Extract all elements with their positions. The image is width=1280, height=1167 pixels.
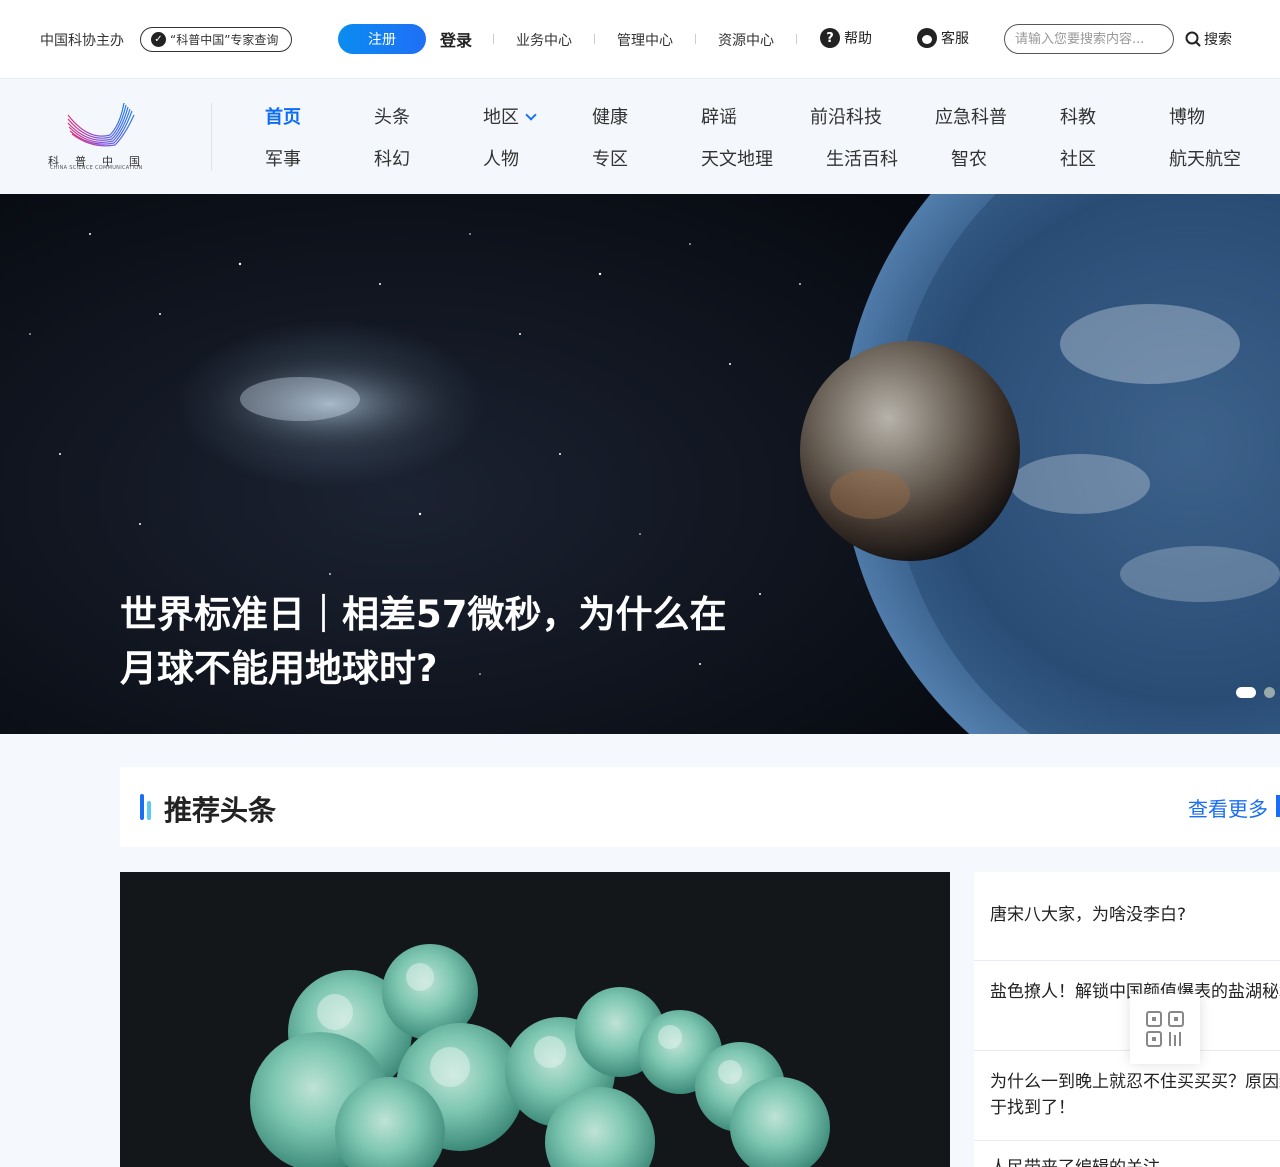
help-link[interactable]: ? 帮助 [820,28,872,48]
qr-code-button[interactable] [1130,994,1200,1064]
section-header: 推荐头条 查看更多 [120,767,1280,847]
view-more-link[interactable]: 查看更多 [1188,793,1268,822]
nav-life[interactable]: 生活百科 [826,145,898,171]
divider [695,34,696,44]
search-icon [1185,31,1201,47]
chevron-down-icon [525,109,537,121]
section-accent [140,794,144,820]
list-item[interactable]: 为什么一到晚上就忍不住买买买？原因终于找到了！ [974,1051,1280,1141]
customer-service-link[interactable]: 客服 [917,28,969,48]
nav-scifi[interactable]: 科幻 [374,145,410,171]
qr-code-icon [1146,1011,1184,1047]
nav-aerospace[interactable]: 航天航空 [1169,145,1241,171]
service-avatar-icon [917,28,937,48]
register-button[interactable]: 注册 [338,24,426,54]
section-title: 推荐头条 [164,794,277,827]
service-label: 客服 [941,31,969,47]
nav-rumor[interactable]: 辟谣 [701,103,737,129]
nav-emergency[interactable]: 应急科普 [935,103,1007,129]
nav-smart-farming[interactable]: 智农 [951,145,987,171]
nav-special[interactable]: 专区 [592,145,628,171]
nav-education[interactable]: 科教 [1060,103,1096,129]
divider [493,34,494,44]
login-link[interactable]: 登录 [440,27,472,51]
list-item[interactable]: 人民带来了编辑的关注 [974,1141,1280,1167]
expert-query-button[interactable]: ✓ “科普中国”专家查询 [140,27,292,52]
help-label: 帮助 [844,31,872,47]
expert-query-label: “科普中国”专家查询 [170,33,279,47]
search-button[interactable]: 搜索 [1185,29,1232,49]
nav-region-label: 地区 [483,107,519,128]
site-logo[interactable]: 科普中国 CHINA SCIENCE COMMUNICATION [48,101,160,173]
nav-museum[interactable]: 博物 [1169,103,1205,129]
headline-list: 唐宋八大家，为啥没李白? 盐色撩人！解锁中国颜值爆表的盐湖秘境 为什么一到晚上就… [974,872,1280,1167]
divider [594,34,595,44]
logo-subtitle: CHINA SCIENCE COMMUNICATION [50,165,143,171]
nav-health[interactable]: 健康 [592,103,628,129]
top-bar: 中国科协主办 ✓ “科普中国”专家查询 注册 登录 业务中心 管理中心 资源中心… [0,0,1280,78]
hero-banner[interactable]: 世界标准日｜相差57微秒，为什么在月球不能用地球时? [0,194,1280,734]
nav-home[interactable]: 首页 [265,103,301,129]
main-nav: 科普中国 CHINA SCIENCE COMMUNICATION 首页 头条 地… [0,78,1280,194]
nav-region[interactable]: 地区 [483,103,537,129]
nav-community[interactable]: 社区 [1060,145,1096,171]
search-button-label: 搜索 [1204,32,1232,48]
nav-astronomy-geo[interactable]: 天文地理 [701,145,773,171]
carousel-dot[interactable] [1264,687,1275,698]
nav-people[interactable]: 人物 [483,145,519,171]
nav-headlines[interactable]: 头条 [374,103,410,129]
search-input[interactable] [1004,24,1174,54]
featured-image[interactable] [120,872,950,1167]
hero-title[interactable]: 世界标准日｜相差57微秒，为什么在月球不能用地球时? [120,588,760,696]
divider [211,103,212,171]
view-more-accent [1276,795,1280,817]
check-icon: ✓ [151,32,166,47]
list-item[interactable]: 唐宋八大家，为啥没李白? [974,872,1280,961]
question-icon: ? [820,28,840,48]
headline-text: 为什么一到晚上就忍不住买买买？原因终于找到了！ [990,1072,1280,1118]
mineral-image [250,944,830,1167]
nav-frontier-tech[interactable]: 前沿科技 [810,103,882,129]
list-item[interactable]: 盐色撩人！解锁中国颜值爆表的盐湖秘境 [974,961,1280,1051]
headline-text: 人民带来了编辑的关注 [990,1155,1280,1167]
carousel-dot-active[interactable] [1236,687,1256,698]
section-accent [147,801,151,820]
headline-text: 唐宋八大家，为啥没李白? [990,905,1187,925]
logo-wave-icon [67,102,135,147]
divider [796,34,797,44]
host-label: 中国科协主办 [40,33,124,49]
management-center-link[interactable]: 管理中心 [617,30,673,50]
nav-military[interactable]: 军事 [265,145,301,171]
resource-center-link[interactable]: 资源中心 [718,30,774,50]
business-center-link[interactable]: 业务中心 [516,30,572,50]
